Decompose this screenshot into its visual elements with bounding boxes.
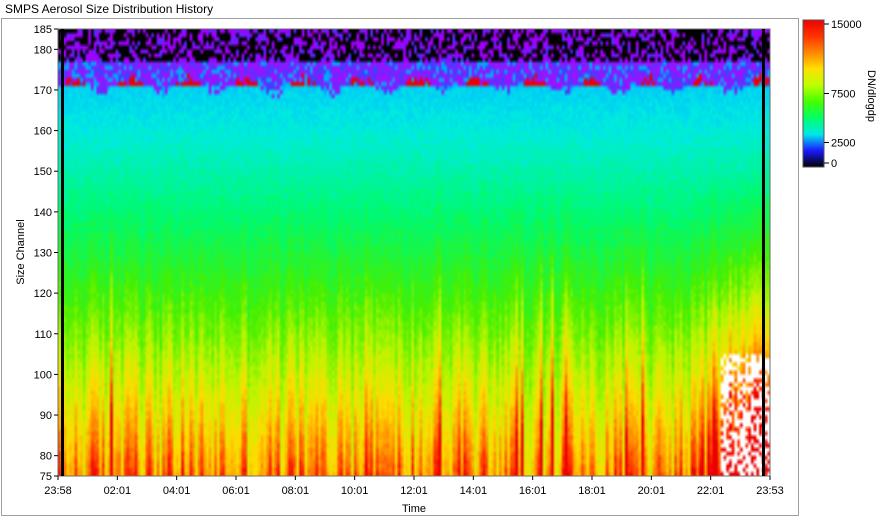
colorbar-gradient: [802, 19, 825, 168]
x-tick-label: 22:01: [697, 485, 725, 497]
x-tick-label: 10:01: [341, 485, 369, 497]
y-tick-label: 160: [34, 126, 52, 138]
y-tick-label: 130: [34, 248, 52, 260]
y-tick-label: 180: [34, 44, 52, 56]
colorbar-tick-label: 0: [831, 158, 837, 170]
x-tick-label: 23:58: [44, 485, 72, 497]
heatmap-image: [58, 29, 770, 476]
x-tick-label: 06:01: [222, 485, 250, 497]
colorbar-title: DN/dlogdp: [865, 70, 877, 122]
x-tick-label: 20:01: [638, 485, 666, 497]
x-tick-label: 04:01: [163, 485, 191, 497]
heatmap-plot-area[interactable]: [57, 28, 771, 477]
y-axis-title: Size Channel: [15, 219, 27, 284]
y-tick-label: 80: [40, 451, 52, 463]
y-tick-label: 90: [40, 410, 52, 422]
heatmap-chart: 75 80 90 100 110 120 130 140 150 160 170 180 185 23:…: [15, 19, 877, 515]
colorbar-tick-label: 7500: [831, 89, 855, 101]
y-tick-label: 140: [34, 207, 52, 219]
x-tick-label: 16:01: [519, 485, 547, 497]
colorbar-tick-label: 2500: [831, 138, 855, 150]
y-tick-label: 150: [34, 166, 52, 178]
colorbar-tick-label: 15000: [831, 19, 862, 31]
colorbar-ticks: 0 2500 7500 15000: [824, 19, 862, 170]
x-tick-label: 18:01: [578, 485, 606, 497]
y-tick-label: 170: [34, 85, 52, 97]
y-tick-label: 120: [34, 288, 52, 300]
x-tick-label: 23:53: [756, 485, 784, 497]
right-cursor-line[interactable]: [762, 29, 765, 476]
x-axis: 23:58 02:01 04:01 06:01 08:01 10:01 12:01 14:01…: [44, 476, 784, 497]
y-axis: 75 80 90 100 110 120 130 140 150 160 170 180 185: [34, 24, 58, 483]
y-tick-label: 185: [34, 24, 52, 36]
x-tick-label: 08:01: [282, 485, 310, 497]
y-tick-label: 75: [40, 471, 52, 483]
x-tick-label: 12:01: [400, 485, 428, 497]
left-cursor-line[interactable]: [61, 29, 64, 476]
x-tick-label: 02:01: [104, 485, 132, 497]
colorbar: 0 2500 7500 15000 DN/dlogdp: [802, 19, 877, 170]
y-tick-label: 110: [34, 329, 52, 341]
x-tick-label: 14:01: [460, 485, 488, 497]
y-tick-label: 100: [34, 369, 52, 381]
x-axis-title: Time: [402, 503, 426, 515]
